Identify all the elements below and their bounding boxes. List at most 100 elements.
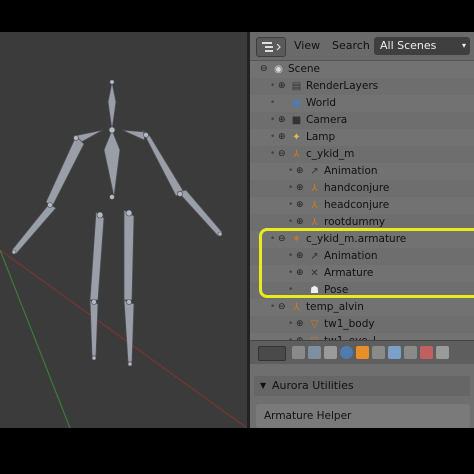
bone-spine[interactable] (103, 128, 121, 198)
bone-thigh-r[interactable] (123, 209, 135, 301)
outliner-row-label: Animation (324, 165, 378, 177)
animation-icon: ↗ (310, 166, 319, 177)
expand-icon[interactable]: ⊕ (296, 316, 304, 333)
bone-upperarm-l[interactable] (45, 135, 85, 208)
expand-icon[interactable]: ⊕ (296, 214, 304, 231)
outliner-row[interactable]: • ☗ Pose (250, 282, 474, 299)
collapse-icon[interactable]: ⊖ (278, 146, 286, 163)
outliner-row-label: headconjure (324, 199, 390, 211)
collapse-icon[interactable]: ⊖ (260, 61, 268, 78)
expand-icon[interactable]: ⊕ (296, 197, 304, 214)
expand-icon[interactable]: ⊕ (296, 180, 304, 197)
tree-connector: • (270, 149, 276, 159)
editor-type-button[interactable] (256, 37, 286, 57)
collapse-icon[interactable]: ⊖ (278, 231, 286, 248)
tree-connector: • (270, 81, 276, 91)
outliner-row-label: World (306, 97, 337, 109)
bone-forearm-l[interactable] (11, 203, 57, 255)
outliner-row-label: handconjure (324, 182, 390, 194)
expand-icon[interactable]: ⊕ (278, 112, 286, 129)
animation-icon: ↗ (310, 251, 319, 262)
top-black-border (0, 0, 474, 32)
outliner-row[interactable]: • ● World (250, 95, 474, 112)
outliner-row-label: c_ykid_m.armature (306, 233, 407, 245)
empty-icon: ⅄ (311, 200, 318, 211)
modifiers-tab-icon[interactable] (388, 346, 401, 359)
outliner-row-label: Camera (306, 114, 348, 126)
render-layers-tab-icon[interactable] (308, 346, 321, 359)
armature-view (0, 79, 247, 428)
blender-window: View Search All Scenes ▾ ⊖ ◉ Scene • ⊕ ▤ Rende… (0, 0, 474, 474)
scene-icon: ◉ (274, 64, 283, 75)
expand-icon[interactable]: ⊕ (278, 129, 286, 146)
texture-tab-icon[interactable] (436, 346, 449, 359)
outliner-row-label: temp_alvin (306, 301, 364, 313)
outliner-row[interactable]: • ⊕ ↗ Animation (250, 248, 474, 265)
outliner-row[interactable]: • ⊖ ⅄ c_ykid_m (250, 146, 474, 163)
empty-icon: ⅄ (311, 217, 318, 228)
expand-icon[interactable]: ⊕ (296, 248, 304, 265)
3d-viewport[interactable] (0, 32, 247, 428)
empty-icon: ⅄ (293, 149, 300, 160)
constraints-tab-icon[interactable] (372, 346, 385, 359)
outliner-header: View Search All Scenes ▾ (250, 32, 474, 61)
outliner-row-label: rootdummy (324, 216, 386, 228)
tree-connector: • (270, 98, 276, 108)
bone-upperarm-r[interactable] (141, 129, 185, 197)
tree-connector: • (270, 302, 276, 312)
collapse-icon[interactable]: ⊖ (278, 299, 286, 316)
outliner-row-label: c_ykid_m (306, 148, 355, 160)
empty-icon: ⅄ (293, 302, 300, 313)
outliner-row[interactable]: • ⊕ ✦ Lamp (250, 129, 474, 146)
tree-connector: • (288, 200, 294, 210)
tree-connector: • (288, 183, 294, 193)
tree-connector: • (288, 268, 294, 278)
bone-shin-l[interactable] (89, 299, 99, 357)
outliner-row-label: Animation (324, 250, 378, 262)
world-icon: ● (292, 98, 301, 109)
dropdown-arrow-icon: ▾ (461, 41, 466, 50)
bone-shin-r[interactable] (123, 299, 135, 363)
mesh-icon: ▽ (310, 319, 319, 330)
outliner-row[interactable]: • ⊕ ⅄ headconjure (250, 197, 474, 214)
outliner-row[interactable]: ⊖ ◉ Scene (250, 61, 474, 78)
outliner-row[interactable]: • ⊕ ⅄ handconjure (250, 180, 474, 197)
properties-toolbar (250, 340, 474, 365)
bone-head[interactable] (107, 81, 117, 131)
expand-icon[interactable]: ⊕ (296, 265, 304, 282)
outliner-row[interactable]: • ⊕ ↗ Animation (250, 163, 474, 180)
outliner-row-label: RenderLayers (306, 80, 379, 92)
tree-connector: • (288, 166, 294, 176)
aurora-utilities-panel-header[interactable]: ▼ Aurora Utilities (254, 376, 470, 396)
expand-icon[interactable]: ⊕ (296, 163, 304, 180)
outliner-row[interactable]: • ⊖ ⅄ temp_alvin (250, 299, 474, 316)
data-tab-icon[interactable] (404, 346, 417, 359)
bone-forearm-r[interactable] (177, 189, 223, 237)
outliner-row[interactable]: • ⊕ ■ Camera (250, 112, 474, 129)
properties-editor-type-button[interactable] (258, 346, 286, 361)
outliner-row[interactable]: • ⊕ ✕ Armature (250, 265, 474, 282)
scene-tab-icon[interactable] (324, 346, 337, 359)
outliner-editor-icon (262, 42, 281, 52)
outliner-tree: ⊖ ◉ Scene • ⊕ ▤ RenderLayers • ● World • ⊕ ■ Camera • ⊕… (250, 61, 474, 350)
properties-panel: ▼ Aurora Utilities Armature Helper (250, 364, 474, 428)
outliner-row[interactable]: • ⊕ ▽ tw1_body (250, 316, 474, 333)
expand-icon[interactable]: ⊕ (278, 78, 286, 95)
outliner-row[interactable]: • ⊕ ⅄ rootdummy (250, 214, 474, 231)
render-tab-icon[interactable] (292, 346, 305, 359)
world-tab-icon[interactable] (340, 346, 353, 359)
material-tab-icon[interactable] (420, 346, 433, 359)
outliner-row[interactable]: • ⊖ ✶ c_ykid_m.armature (250, 231, 474, 248)
display-mode-select[interactable]: All Scenes ▾ (374, 37, 470, 55)
tree-connector: • (288, 285, 294, 295)
lamp-icon: ✦ (292, 132, 301, 143)
outliner-row-label: Armature (324, 267, 374, 279)
armature-helper-button[interactable]: Armature Helper (256, 404, 470, 428)
search-menu[interactable]: Search (332, 39, 370, 52)
outliner-row[interactable]: • ⊕ ▤ RenderLayers (250, 78, 474, 95)
view-menu[interactable]: View (294, 39, 320, 52)
armature-data-icon: ✕ (310, 268, 319, 279)
bone-thigh-l[interactable] (89, 211, 105, 301)
tree-connector: • (288, 217, 294, 227)
object-tab-icon[interactable] (356, 346, 369, 359)
